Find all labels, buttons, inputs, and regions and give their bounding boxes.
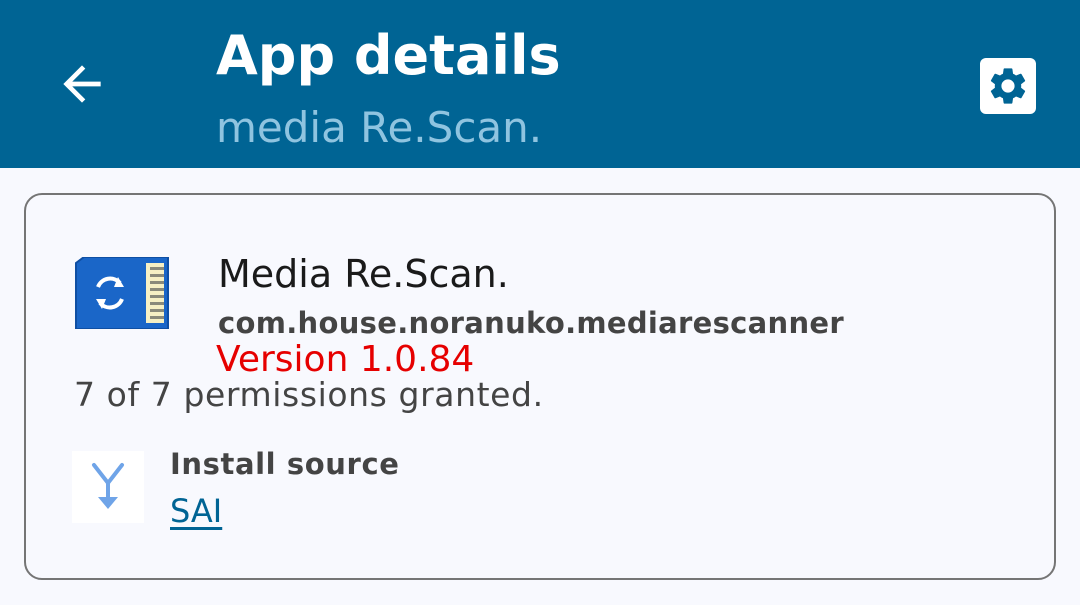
app-name: Media Re.Scan.: [218, 252, 509, 296]
package-name: com.house.noranuko.mediarescanner: [218, 306, 844, 340]
merge-arrow-icon: [92, 463, 124, 509]
settings-button[interactable]: [980, 58, 1036, 114]
arrow-left-icon: [63, 65, 101, 103]
app-info-card: Media Re.Scan. com.house.noranuko.mediar…: [24, 193, 1056, 580]
sd-card-sync-icon: [75, 257, 169, 329]
install-source-icon-box: [72, 451, 144, 523]
page-subtitle: media Re.Scan.: [216, 103, 543, 152]
app-bar: App details media Re.Scan.: [0, 0, 1080, 168]
install-source-label: Install source: [170, 447, 400, 481]
page-title: App details: [216, 24, 561, 87]
gear-icon: [990, 68, 1026, 104]
back-button[interactable]: [42, 44, 122, 124]
permissions-status: 7 of 7 permissions granted.: [74, 375, 544, 414]
install-source-link[interactable]: SAI: [170, 491, 222, 531]
